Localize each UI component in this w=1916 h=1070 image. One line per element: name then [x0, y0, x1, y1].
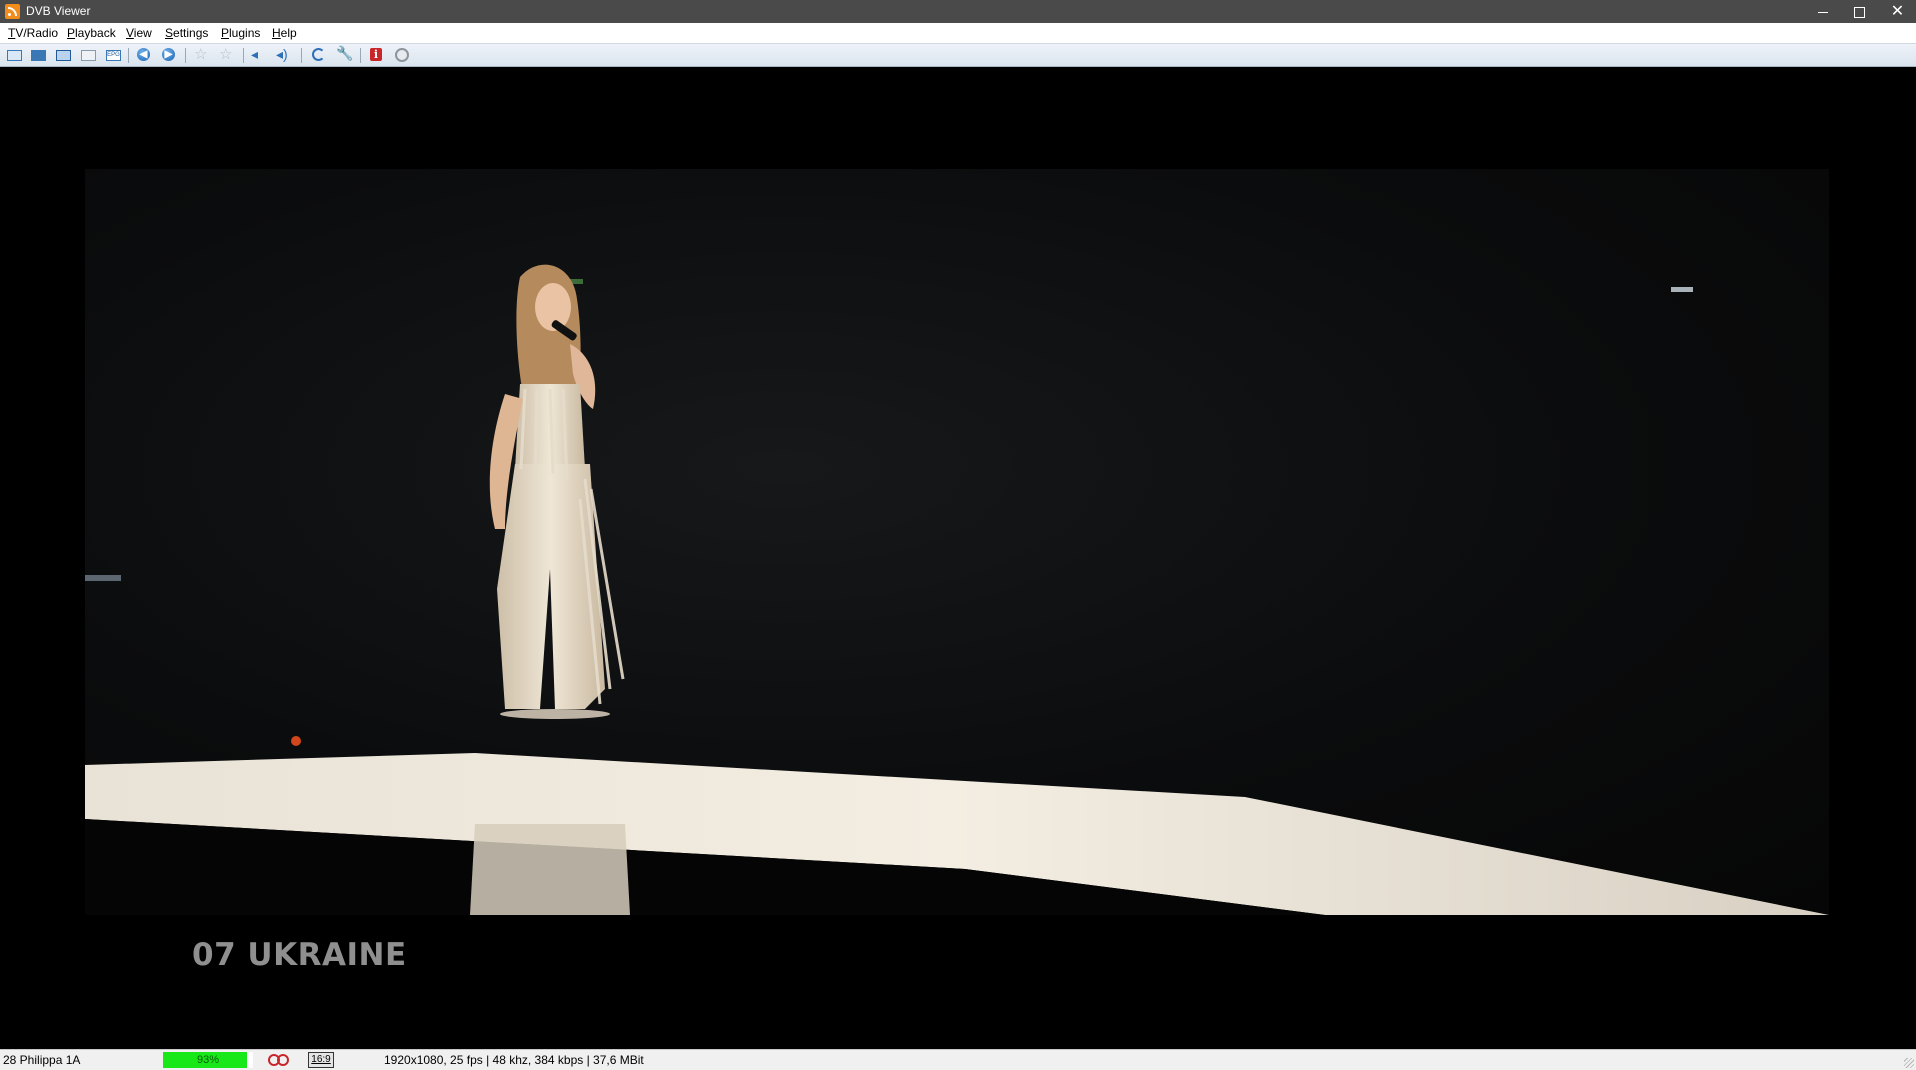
- record-button[interactable]: [393, 47, 411, 63]
- toolbar-separator: [301, 48, 302, 63]
- dvb-viewer-window: DVB Viewer ✕ TV/Radio Playback View Sett…: [0, 0, 1916, 1070]
- close-button[interactable]: ✕: [1879, 0, 1916, 23]
- performer-image: [489, 264, 625, 719]
- refresh-icon: [312, 48, 325, 61]
- window-title: DVB Viewer: [26, 4, 91, 18]
- previous-channel-icon: ◀: [137, 48, 150, 61]
- menu-plugins[interactable]: Plugins: [221, 26, 260, 41]
- volume-down-button[interactable]: ◂: [250, 46, 268, 63]
- toolbar-separator: [185, 48, 186, 63]
- next-channel-icon: ▶: [162, 48, 175, 61]
- epg-button[interactable]: EPG: [104, 47, 122, 63]
- menu-bar: TV/Radio Playback View Settings Plugins …: [0, 23, 1916, 43]
- toolbar-separator: [128, 48, 129, 63]
- aspect-ratio-badge[interactable]: 16:9: [308, 1052, 334, 1068]
- title-bar[interactable]: DVB Viewer ✕: [0, 0, 1916, 23]
- video-area[interactable]: 07 UKRAINE: [0, 67, 1916, 1049]
- favorite-icon: ☆: [219, 46, 233, 63]
- desktop-mode-button[interactable]: [54, 47, 72, 63]
- signal-strength-label: 93%: [196, 1054, 220, 1066]
- close-icon: ✕: [1890, 3, 1905, 20]
- epg-icon: EPG: [106, 50, 121, 61]
- stream-info-text: 1920x1080, 25 fps | 48 khz, 384 kbps | 3…: [384, 1053, 644, 1067]
- next-channel-button[interactable]: ▶: [160, 47, 178, 63]
- menu-tv-radio[interactable]: TV/Radio: [8, 26, 58, 41]
- resize-grip-icon[interactable]: [1904, 1058, 1914, 1068]
- signal-strength-bar: 93%: [163, 1052, 253, 1068]
- menu-view[interactable]: View: [126, 26, 152, 41]
- maximize-button[interactable]: [1841, 0, 1878, 23]
- menu-playback[interactable]: Playback: [67, 26, 116, 41]
- favorite-add-icon: ☆: [194, 46, 208, 63]
- info-button[interactable]: i: [367, 47, 385, 63]
- options-button[interactable]: 🔧: [334, 45, 354, 63]
- video-frame: [85, 169, 1829, 915]
- desktop-mode-icon: [56, 50, 71, 61]
- info-icon: i: [370, 48, 382, 61]
- minimize-button[interactable]: [1804, 0, 1841, 23]
- fullscreen-button[interactable]: [29, 47, 47, 63]
- minimize-icon: [1817, 11, 1828, 13]
- volume-up-button[interactable]: ◂): [275, 46, 293, 63]
- dolby-audio-icon: [268, 1054, 290, 1066]
- fullscreen-icon: [31, 50, 46, 61]
- toolbar: EPG ◀ ▶ ☆ ☆ ◂ ◂) 🔧 i: [0, 43, 1916, 67]
- app-logo-icon: [5, 4, 20, 19]
- volume-down-icon: ◂: [251, 46, 259, 62]
- menu-settings[interactable]: Settings: [165, 26, 208, 41]
- volume-up-icon: ◂): [276, 46, 288, 62]
- window-mode-button[interactable]: [5, 47, 23, 63]
- toolbar-separator: [243, 48, 244, 63]
- status-bar: 28 Philippa 1A 93% 16:9 1920x1080, 25 fp…: [0, 1049, 1916, 1070]
- status-channel-name: 28 Philippa 1A: [3, 1053, 81, 1067]
- favorite-add-button[interactable]: ☆: [193, 46, 211, 63]
- window-mode-icon: [7, 50, 22, 61]
- options-wrench-icon: 🔧: [336, 45, 354, 61]
- screenshot-icon: [81, 50, 96, 61]
- menu-help[interactable]: Help: [272, 26, 297, 41]
- screenshot-button[interactable]: [79, 47, 97, 63]
- previous-channel-button[interactable]: ◀: [135, 47, 153, 63]
- record-icon: [395, 48, 409, 62]
- favorite-button[interactable]: ☆: [218, 46, 236, 63]
- maximize-icon: [1854, 6, 1865, 18]
- toolbar-separator: [360, 48, 361, 63]
- channel-overlay-caption: 07 UKRAINE: [192, 937, 407, 973]
- refresh-button[interactable]: [309, 47, 327, 63]
